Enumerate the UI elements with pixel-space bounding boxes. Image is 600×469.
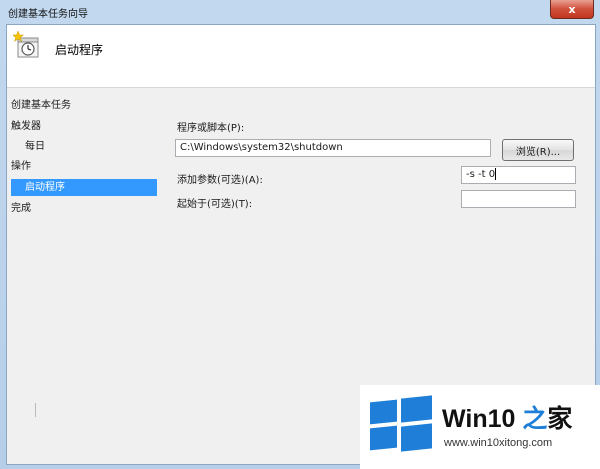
program-input[interactable]: C:\Windows\system32\shutdown bbox=[175, 139, 491, 157]
arguments-input-value: -s -t 0 bbox=[466, 169, 496, 180]
browse-button[interactable]: 浏览(R)... bbox=[502, 139, 574, 161]
arguments-input[interactable]: -s -t 0 bbox=[461, 166, 576, 184]
close-icon: x bbox=[568, 2, 576, 16]
window-title: 创建基本任务向导 bbox=[8, 9, 88, 20]
step-start-program: 启动程序 bbox=[11, 179, 157, 196]
title-bar[interactable]: 创建基本任务向导 x bbox=[0, 0, 600, 24]
page-title: 启动程序 bbox=[55, 43, 104, 57]
wizard-window: 创建基本任务向导 x 启动程序 创建基本任务 触发器 每日 操作 启动程序 完成 bbox=[0, 0, 600, 469]
arguments-label: 添加参数(可选)(A): bbox=[177, 175, 263, 186]
start-in-input[interactable] bbox=[461, 190, 576, 208]
close-button[interactable]: x bbox=[550, 0, 594, 19]
wizard-header: 启动程序 bbox=[7, 25, 595, 88]
step-trigger: 触发器 bbox=[11, 121, 41, 132]
brand-name: Win10 之家 bbox=[442, 399, 572, 435]
brand-prefix: Win10 bbox=[442, 405, 523, 433]
step-action: 操作 bbox=[11, 161, 31, 172]
text-caret bbox=[495, 168, 497, 180]
windows-logo-icon bbox=[370, 395, 432, 452]
program-input-value: C:\Windows\system32\shutdown bbox=[180, 142, 343, 153]
brand-suffix: 家 bbox=[547, 405, 573, 433]
step-finish: 完成 bbox=[11, 203, 31, 214]
task-clock-icon bbox=[13, 31, 39, 58]
site-watermark: Win10 之家 www.win10xitong.com bbox=[360, 385, 600, 469]
step-daily: 每日 bbox=[25, 141, 45, 152]
brand-url: www.win10xitong.com bbox=[444, 437, 553, 449]
divider-mark bbox=[35, 403, 36, 417]
browse-button-label: 浏览(R)... bbox=[515, 146, 561, 158]
step-create-basic-task: 创建基本任务 bbox=[11, 100, 71, 111]
program-label: 程序或脚本(P): bbox=[177, 123, 245, 134]
start-in-label: 起始于(可选)(T): bbox=[177, 199, 253, 210]
brand-zhi: 之 bbox=[522, 405, 548, 433]
